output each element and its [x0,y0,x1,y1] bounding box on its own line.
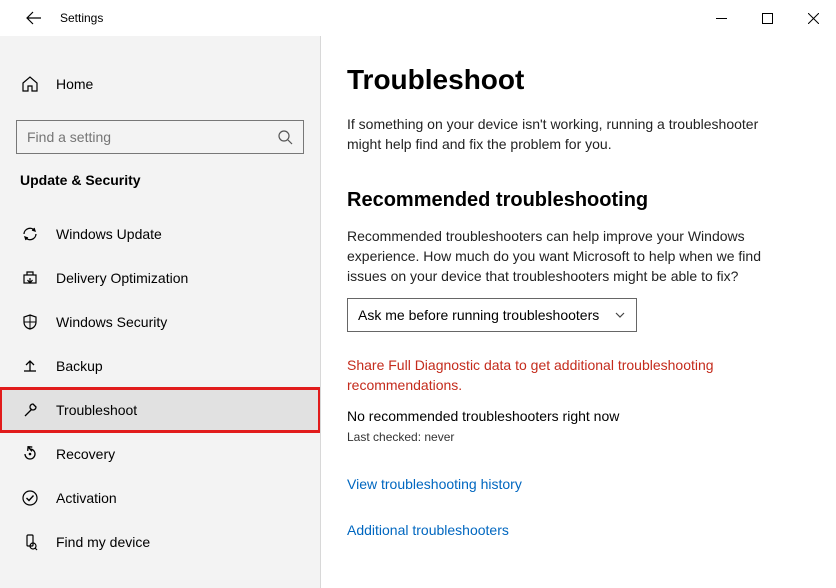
sidebar-item-windows-security[interactable]: Windows Security [0,300,320,344]
wrench-icon [20,400,40,420]
recommended-heading: Recommended troubleshooting [347,189,816,212]
sidebar-home-label: Home [56,76,93,92]
activation-icon [20,488,40,508]
content-pane: Troubleshoot If something on your device… [320,36,836,588]
sidebar-item-label: Backup [56,358,103,374]
shield-icon [20,312,40,332]
close-button[interactable] [790,2,836,34]
recommended-description: Recommended troubleshooters can help imp… [347,226,787,287]
arrow-left-icon [26,10,42,26]
sidebar-item-label: Windows Security [56,314,167,330]
sidebar-item-recovery[interactable]: Recovery [0,432,320,476]
sidebar-item-label: Troubleshoot [56,402,137,418]
additional-troubleshooters-link[interactable]: Additional troubleshooters [347,522,816,538]
maximize-button[interactable] [744,2,790,34]
share-diagnostic-warning: Share Full Diagnostic data to get additi… [347,356,767,395]
back-button[interactable] [22,6,46,30]
find-device-icon [20,532,40,552]
sidebar-item-label: Activation [56,490,117,506]
sidebar-item-backup[interactable]: Backup [0,344,320,388]
troubleshoot-preference-dropdown[interactable]: Ask me before running troubleshooters [347,298,637,332]
recovery-icon [20,444,40,464]
search-icon [277,129,293,145]
last-checked-text: Last checked: never [347,430,816,444]
page-intro: If something on your device isn't workin… [347,114,787,155]
delivery-icon [20,268,40,288]
chevron-down-icon [614,309,626,321]
window-title: Settings [60,11,103,25]
search-input[interactable] [27,129,267,145]
minimize-button[interactable] [698,2,744,34]
home-icon [20,74,40,94]
sidebar: Home Update & Security Windows Update De… [0,36,320,588]
sync-icon [20,224,40,244]
sidebar-item-label: Recovery [56,446,115,462]
sidebar-item-troubleshoot[interactable]: Troubleshoot [0,388,320,432]
sidebar-item-delivery-optimization[interactable]: Delivery Optimization [0,256,320,300]
dropdown-value: Ask me before running troubleshooters [358,307,599,323]
sidebar-item-find-my-device[interactable]: Find my device [0,520,320,564]
search-input-wrap[interactable] [16,120,304,154]
minimize-icon [716,13,727,24]
sidebar-item-label: Delivery Optimization [56,270,188,286]
view-history-link[interactable]: View troubleshooting history [347,476,816,492]
close-icon [808,13,819,24]
sidebar-item-windows-update[interactable]: Windows Update [0,212,320,256]
sidebar-item-label: Find my device [56,534,150,550]
sidebar-item-label: Windows Update [56,226,162,242]
sidebar-home[interactable]: Home [0,62,320,106]
no-recommended-text: No recommended troubleshooters right now [347,408,816,424]
maximize-icon [762,13,773,24]
sidebar-item-activation[interactable]: Activation [0,476,320,520]
sidebar-section-label: Update & Security [0,172,320,188]
page-title: Troubleshoot [347,64,816,96]
backup-icon [20,356,40,376]
